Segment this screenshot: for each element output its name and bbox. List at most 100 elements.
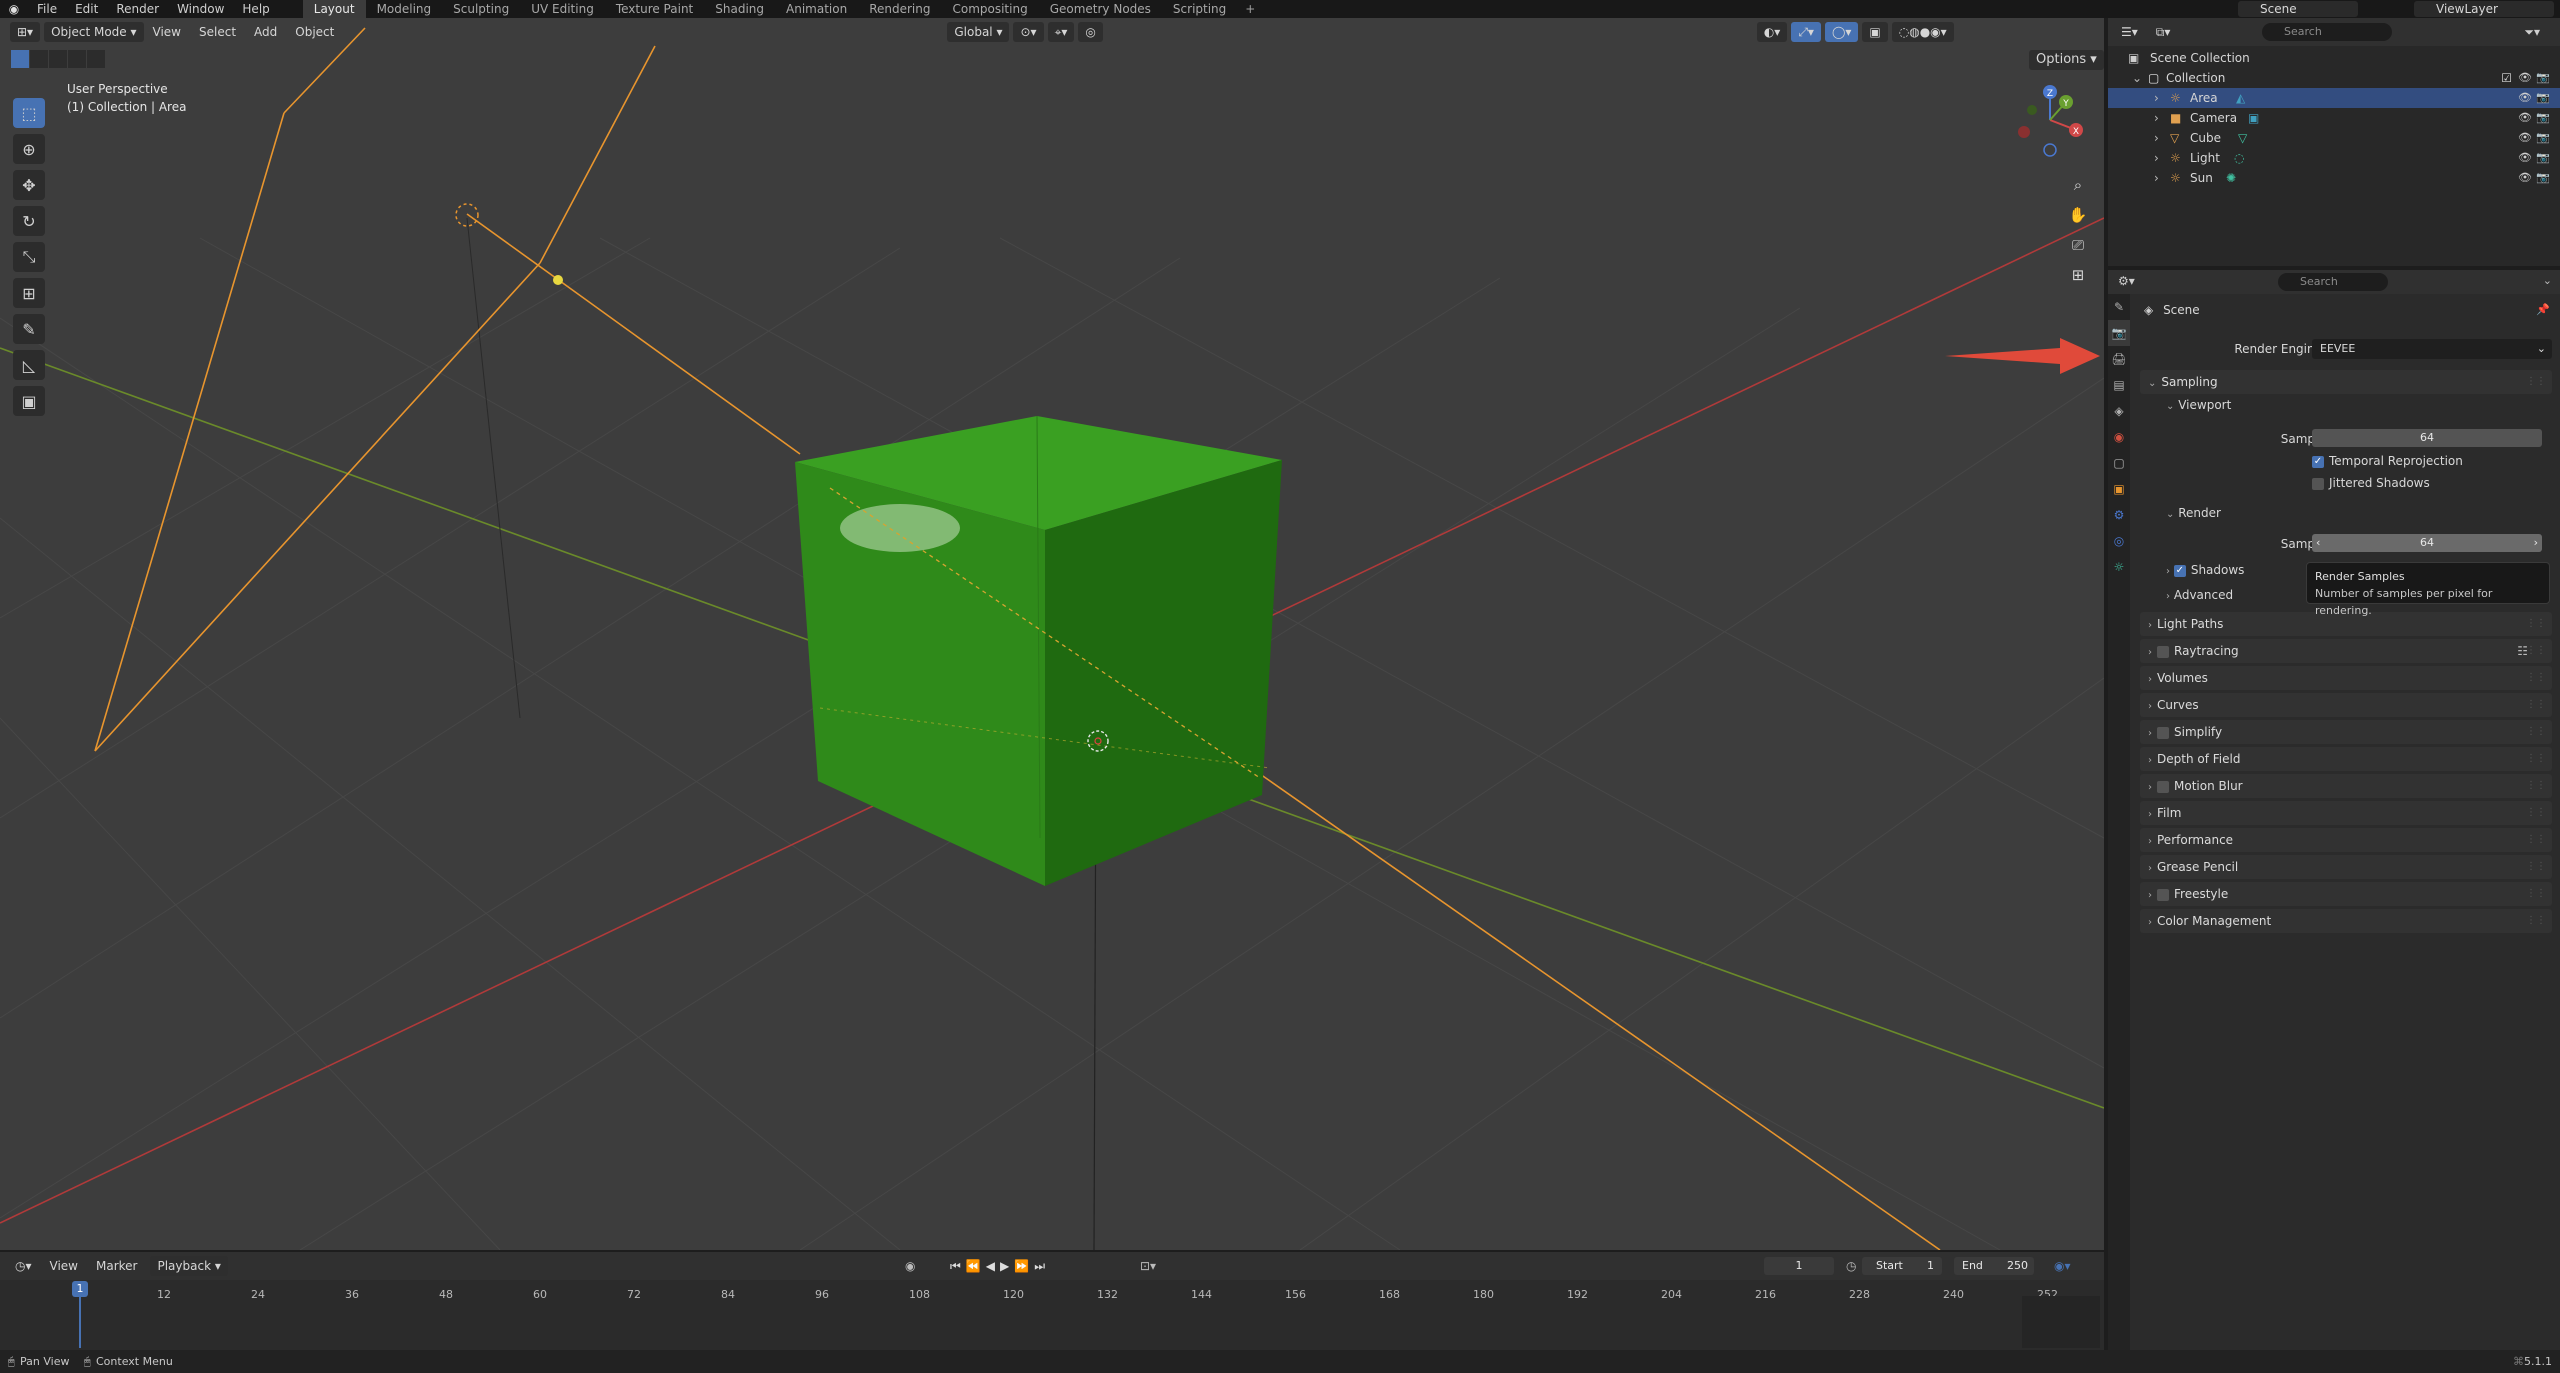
playhead[interactable]: 1 xyxy=(72,1281,88,1297)
cube-mesh[interactable] xyxy=(795,415,1282,886)
collection-expand-icon[interactable]: ⌄ xyxy=(2132,68,2142,88)
eye-icon[interactable]: 👁 xyxy=(2518,148,2532,168)
menu-window[interactable]: Window xyxy=(168,2,233,16)
editor-type-icon[interactable]: ⊞▾ xyxy=(10,22,41,42)
tab-layout[interactable]: Layout xyxy=(302,0,366,18)
navigation-gizmo[interactable]: Z X Y xyxy=(2010,80,2090,160)
camera-render-icon[interactable]: 📷 xyxy=(2536,88,2550,108)
rotate-tool-icon[interactable]: ↻ xyxy=(13,206,45,236)
xray-icon[interactable]: ▣ xyxy=(1862,22,1888,42)
annotate-tool-icon[interactable]: ✎ xyxy=(13,314,45,344)
expand-icon[interactable]: › xyxy=(2154,108,2159,128)
next-keyframe-icon[interactable]: ⏩ xyxy=(1014,1259,1034,1273)
outliner-item-cube[interactable]: › ▽ Cube ▽ 👁 📷 xyxy=(2108,128,2560,148)
scale-tool-icon[interactable]: ⤡ xyxy=(13,242,45,272)
jump-start-icon[interactable]: ⏮ xyxy=(950,1259,966,1273)
light-target-handle[interactable] xyxy=(553,275,563,285)
collection-exclude-checkbox[interactable]: ☑ xyxy=(2501,68,2512,88)
object-tab-icon[interactable]: ▣ xyxy=(2108,476,2130,502)
outliner-item-sun[interactable]: › ☼ Sun ✺ 👁 📷 xyxy=(2108,168,2560,188)
menu-select[interactable]: Select xyxy=(190,25,245,39)
panel-grease-pencil[interactable]: › Grease Pencil ⋮⋮ xyxy=(2140,855,2552,879)
eye-icon[interactable]: 👁 xyxy=(2518,128,2532,148)
tab-sculpting[interactable]: Sculpting xyxy=(442,0,520,18)
drag-handle-icon[interactable]: ⋮⋮ xyxy=(2526,909,2546,933)
prev-keyframe-icon[interactable]: ⏪ xyxy=(966,1259,986,1273)
menu-view[interactable]: View xyxy=(41,1259,87,1273)
panel-performance[interactable]: › Performance ⋮⋮ xyxy=(2140,828,2552,852)
render-engine-dropdown[interactable]: EEVEE ⌄ xyxy=(2312,339,2552,359)
expand-icon[interactable]: › xyxy=(2154,88,2159,108)
3d-viewport[interactable]: ⊞▾ Object Mode ▾ View Select Add Object … xyxy=(0,18,2104,1250)
outliner-item-light[interactable]: › ☼ Light ◌ 👁 📷 xyxy=(2108,148,2560,168)
pivot-icon[interactable]: ⊙▾ xyxy=(1013,22,1044,42)
panel-film[interactable]: › Film ⋮⋮ xyxy=(2140,801,2552,825)
outliner-editor-icon[interactable]: ☰▾ xyxy=(2114,22,2145,42)
playback-menu[interactable]: Playback ▾ xyxy=(150,1256,228,1276)
play-reverse-icon[interactable]: ◀ xyxy=(986,1259,1000,1273)
mode-selector[interactable]: Object Mode ▾ xyxy=(44,22,144,42)
camera-render-icon[interactable]: 📷 xyxy=(2536,168,2550,188)
drag-handle-icon[interactable]: ⋮⋮ xyxy=(2526,693,2546,717)
view-layer-selector[interactable]: ViewLayer xyxy=(2414,1,2554,17)
drag-handle-icon[interactable]: ⋮⋮ xyxy=(2526,639,2546,663)
scene-tab-icon[interactable]: ◈ xyxy=(2108,398,2130,424)
drag-handle-icon[interactable]: ⋮⋮ xyxy=(2526,747,2546,771)
menu-file[interactable]: File xyxy=(28,2,66,16)
panel-raytracing[interactable]: › Raytracing ☷ ⋮⋮ xyxy=(2140,639,2552,663)
pan-hand-icon[interactable]: ✋ xyxy=(2065,202,2091,228)
menu-marker[interactable]: Marker xyxy=(87,1259,146,1273)
clock-icon[interactable]: ◷ xyxy=(1846,1259,1856,1273)
panel-color-management[interactable]: › Color Management ⋮⋮ xyxy=(2140,909,2552,933)
checkbox-unchecked-icon[interactable] xyxy=(2157,888,2169,901)
tab-rendering[interactable]: Rendering xyxy=(858,0,941,18)
start-frame-field[interactable]: Start 1 xyxy=(1862,1257,1942,1275)
checkbox-unchecked-icon[interactable] xyxy=(2157,726,2169,739)
view-toggle-icon[interactable]: ◉▾ xyxy=(2054,1259,2071,1273)
visibility-icon[interactable]: ◐▾ xyxy=(1756,22,1788,42)
subpanel-advanced[interactable]: › Advanced xyxy=(2166,588,2233,602)
render-samples-field[interactable]: ‹ 64 › xyxy=(2312,534,2542,552)
panel-depth-of-field[interactable]: › Depth of Field ⋮⋮ xyxy=(2140,747,2552,771)
tool-tab-icon[interactable]: ✎ xyxy=(2108,294,2130,320)
menu-object[interactable]: Object xyxy=(286,25,343,39)
select-box-tool-icon[interactable]: ⬚ xyxy=(13,98,45,128)
drag-handle-icon[interactable]: ⋮⋮ xyxy=(2526,720,2546,744)
drag-handle-icon[interactable]: ⋮⋮ xyxy=(2526,774,2546,798)
options-button[interactable]: Options ▾ xyxy=(2029,50,2104,70)
tab-shading[interactable]: Shading xyxy=(704,0,775,18)
physics-tab-icon[interactable]: ◎ xyxy=(2108,528,2130,554)
tab-geometry-nodes[interactable]: Geometry Nodes xyxy=(1039,0,1162,18)
add-cube-tool-icon[interactable]: ▣ xyxy=(13,386,45,416)
camera-render-icon[interactable]: 📷 xyxy=(2536,128,2550,148)
subpanel-shadows[interactable]: › ✓ Shadows xyxy=(2166,563,2244,577)
scene-selector[interactable]: Scene xyxy=(2238,1,2358,17)
viewport-samples-field[interactable]: 64 xyxy=(2312,429,2542,447)
pin-icon[interactable]: 📌 xyxy=(2536,303,2550,316)
properties-search-input[interactable]: Search xyxy=(2278,273,2388,291)
gizmo-toggle-icon[interactable]: ⤢▾ xyxy=(1791,22,1821,42)
render-tab-icon[interactable]: 📷 xyxy=(2108,320,2130,346)
measure-tool-icon[interactable]: ◺ xyxy=(13,350,45,380)
tab-uv-editing[interactable]: UV Editing xyxy=(520,0,605,18)
menu-edit[interactable]: Edit xyxy=(66,2,107,16)
perspective-toggle-icon[interactable]: ⊞ xyxy=(2065,262,2091,288)
jump-end-icon[interactable]: ⏭ xyxy=(1034,1259,1050,1273)
tab-scripting[interactable]: Scripting xyxy=(1162,0,1237,18)
tab-modeling[interactable]: Modeling xyxy=(366,0,443,18)
checkbox-unchecked-icon[interactable] xyxy=(2157,645,2169,658)
subpanel-render[interactable]: ⌄ Render xyxy=(2166,506,2221,520)
output-tab-icon[interactable]: 🖨 xyxy=(2108,346,2130,372)
drag-handle-icon[interactable]: ⋮⋮ xyxy=(2526,882,2546,906)
eye-icon[interactable]: 👁 xyxy=(2518,168,2532,188)
panel-motion-blur[interactable]: › Motion Blur ⋮⋮ xyxy=(2140,774,2552,798)
camera-render-icon[interactable]: 📷 xyxy=(2536,108,2550,128)
jittered-shadows-checkbox[interactable]: Jittered Shadows xyxy=(2312,476,2430,490)
current-frame-field[interactable]: 1 xyxy=(1764,1257,1834,1275)
move-tool-icon[interactable]: ✥ xyxy=(13,170,45,200)
outliner-item-area[interactable]: › ☼ Area ◭ 👁 📷 xyxy=(2108,88,2560,108)
snap-icon[interactable]: ⌖▾ xyxy=(1047,22,1075,42)
drag-handle-icon[interactable]: ⋮⋮ xyxy=(2526,855,2546,879)
drag-handle-icon[interactable]: ⋮⋮ xyxy=(2526,370,2546,394)
decrement-arrow-icon[interactable]: ‹ xyxy=(2316,534,2320,552)
